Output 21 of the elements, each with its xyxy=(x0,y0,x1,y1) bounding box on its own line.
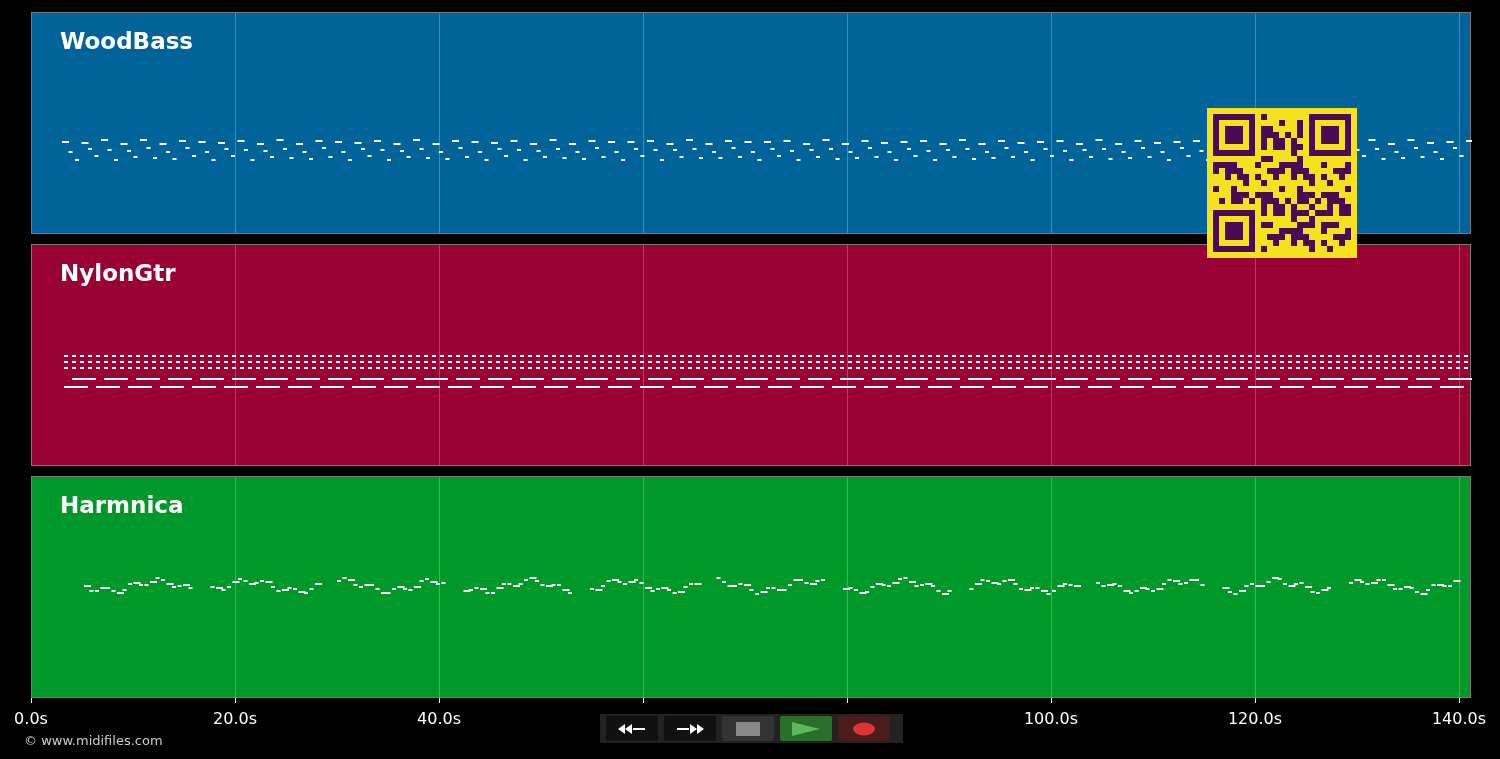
axis-tick-label: 0.0s xyxy=(14,708,48,730)
play-button[interactable] xyxy=(780,716,832,741)
qr-code-icon xyxy=(1207,107,1357,258)
record-icon xyxy=(852,721,876,736)
record-button[interactable] xyxy=(838,716,890,741)
stop-icon xyxy=(736,721,760,736)
rewind-icon xyxy=(617,721,647,736)
axis-tick-label: 40.0s xyxy=(417,708,461,730)
rewind-button[interactable] xyxy=(606,716,658,741)
axis-tick-label: 20.0s xyxy=(213,708,257,730)
track-name: NylonGtr xyxy=(60,259,176,288)
axis-tick-label: 100.0s xyxy=(1023,708,1079,730)
track-name: Harmnica xyxy=(60,491,184,520)
fast-forward-button[interactable] xyxy=(664,716,716,741)
axis-tick-label: 140.0s xyxy=(1431,708,1487,730)
stop-button[interactable] xyxy=(722,716,774,741)
axis-tick-label: 120.0s xyxy=(1227,708,1283,730)
fast-forward-icon xyxy=(675,721,705,736)
track-name: WoodBass xyxy=(60,27,194,56)
copyright-text: © www.midifiles.com xyxy=(24,732,163,750)
play-icon xyxy=(791,720,821,737)
